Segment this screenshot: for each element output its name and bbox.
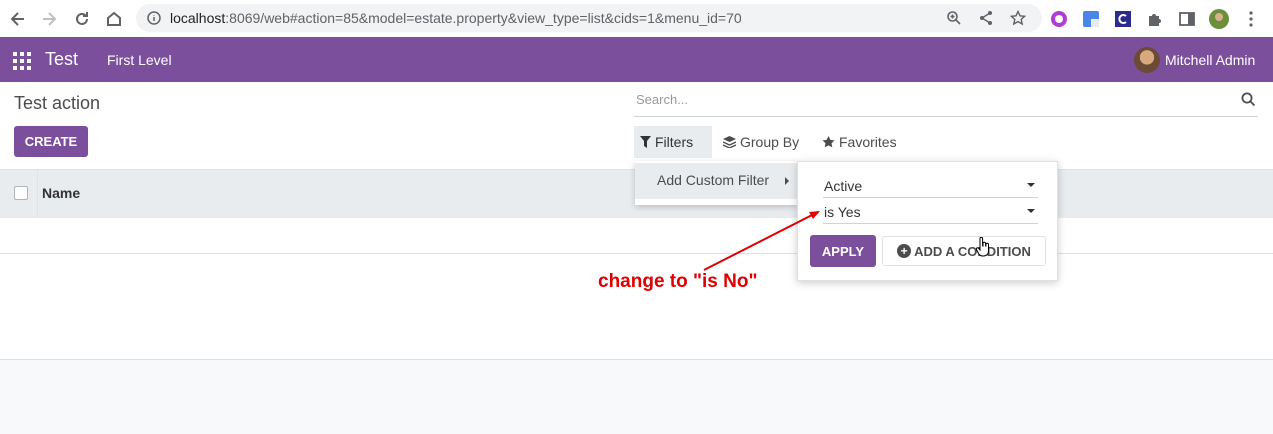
favorites-label: Favorites (839, 134, 897, 150)
add-custom-filter-label: Add Custom Filter (657, 172, 770, 188)
empty-area (0, 360, 1273, 434)
star-icon (822, 136, 835, 148)
forward-icon[interactable] (38, 8, 60, 30)
back-icon[interactable] (7, 8, 29, 30)
menu-first-level[interactable]: First Level (107, 52, 172, 68)
list-row (0, 218, 1273, 254)
user-avatar[interactable] (1134, 47, 1160, 73)
page-title: Test action (14, 93, 101, 113)
search-input[interactable]: Search... (636, 92, 688, 107)
filters-label: Filters (655, 134, 694, 150)
annotation-text: change to "is No" (598, 271, 758, 292)
address-bar[interactable]: localhost:8069/web#action=85&model=estat… (136, 4, 1042, 32)
search-icon[interactable] (1241, 92, 1256, 107)
filters-button[interactable]: Filters (634, 126, 712, 158)
reload-icon[interactable] (71, 8, 93, 30)
list-row (0, 289, 1273, 325)
operator-select[interactable]: is Yes (823, 198, 1038, 224)
search-bar[interactable]: Search... (634, 88, 1258, 117)
translate-icon[interactable] (1080, 8, 1102, 30)
caret-down-icon (1027, 183, 1035, 187)
action-content: Test action CREATE Search... Filters Gro… (0, 82, 1273, 434)
apply-button[interactable]: APPLY (810, 235, 876, 267)
url-text: localhost:8069/web#action=85&model=estat… (170, 10, 742, 26)
add-condition-button[interactable]: + ADD A CONDITION (882, 236, 1046, 266)
sidepanel-icon[interactable] (1176, 8, 1198, 30)
groupby-button[interactable]: Group By (717, 126, 805, 158)
create-button[interactable]: CREATE (14, 126, 88, 157)
share-icon[interactable] (978, 10, 994, 26)
extension-c-icon[interactable] (1112, 8, 1134, 30)
browser-toolbar: localhost:8069/web#action=85&model=estat… (0, 0, 1273, 37)
custom-filter-panel: Active is Yes APPLY + ADD A CONDITION (797, 161, 1058, 281)
caret-down-icon (1027, 209, 1035, 213)
column-header-name[interactable]: Name (42, 185, 80, 201)
column-separator (37, 170, 38, 219)
apps-menu-icon[interactable] (13, 52, 31, 70)
extension-r-icon[interactable] (1048, 8, 1070, 30)
hand-cursor-icon (976, 237, 989, 257)
operator-select-value: is Yes (824, 204, 861, 220)
field-select-value: Active (824, 178, 863, 194)
select-all-checkbox[interactable] (14, 186, 28, 200)
groupby-label: Group By (740, 134, 800, 150)
add-condition-label: ADD A CONDITION (914, 243, 1031, 259)
layers-icon (723, 136, 736, 148)
info-icon[interactable] (147, 11, 161, 25)
field-select[interactable]: Active (823, 172, 1038, 198)
app-name[interactable]: Test (45, 49, 78, 70)
bookmark-star-icon[interactable] (1010, 10, 1026, 26)
extensions-puzzle-icon[interactable] (1144, 8, 1166, 30)
main-navbar: Test First Level Mitchell Admin (0, 37, 1273, 82)
caret-right-icon (785, 177, 789, 185)
favorites-button[interactable]: Favorites (816, 126, 903, 158)
plus-circle-icon: + (897, 244, 912, 258)
home-icon[interactable] (103, 8, 125, 30)
browser-menu-icon[interactable] (1240, 8, 1262, 30)
add-custom-filter-item[interactable]: Add Custom Filter (635, 163, 797, 199)
filter-icon (640, 136, 651, 148)
user-menu[interactable]: Mitchell Admin (1165, 52, 1255, 68)
profile-avatar-icon[interactable] (1208, 8, 1230, 30)
zoom-icon[interactable] (946, 10, 962, 26)
list-row (0, 324, 1273, 360)
filters-dropdown: Add Custom Filter (635, 161, 797, 205)
